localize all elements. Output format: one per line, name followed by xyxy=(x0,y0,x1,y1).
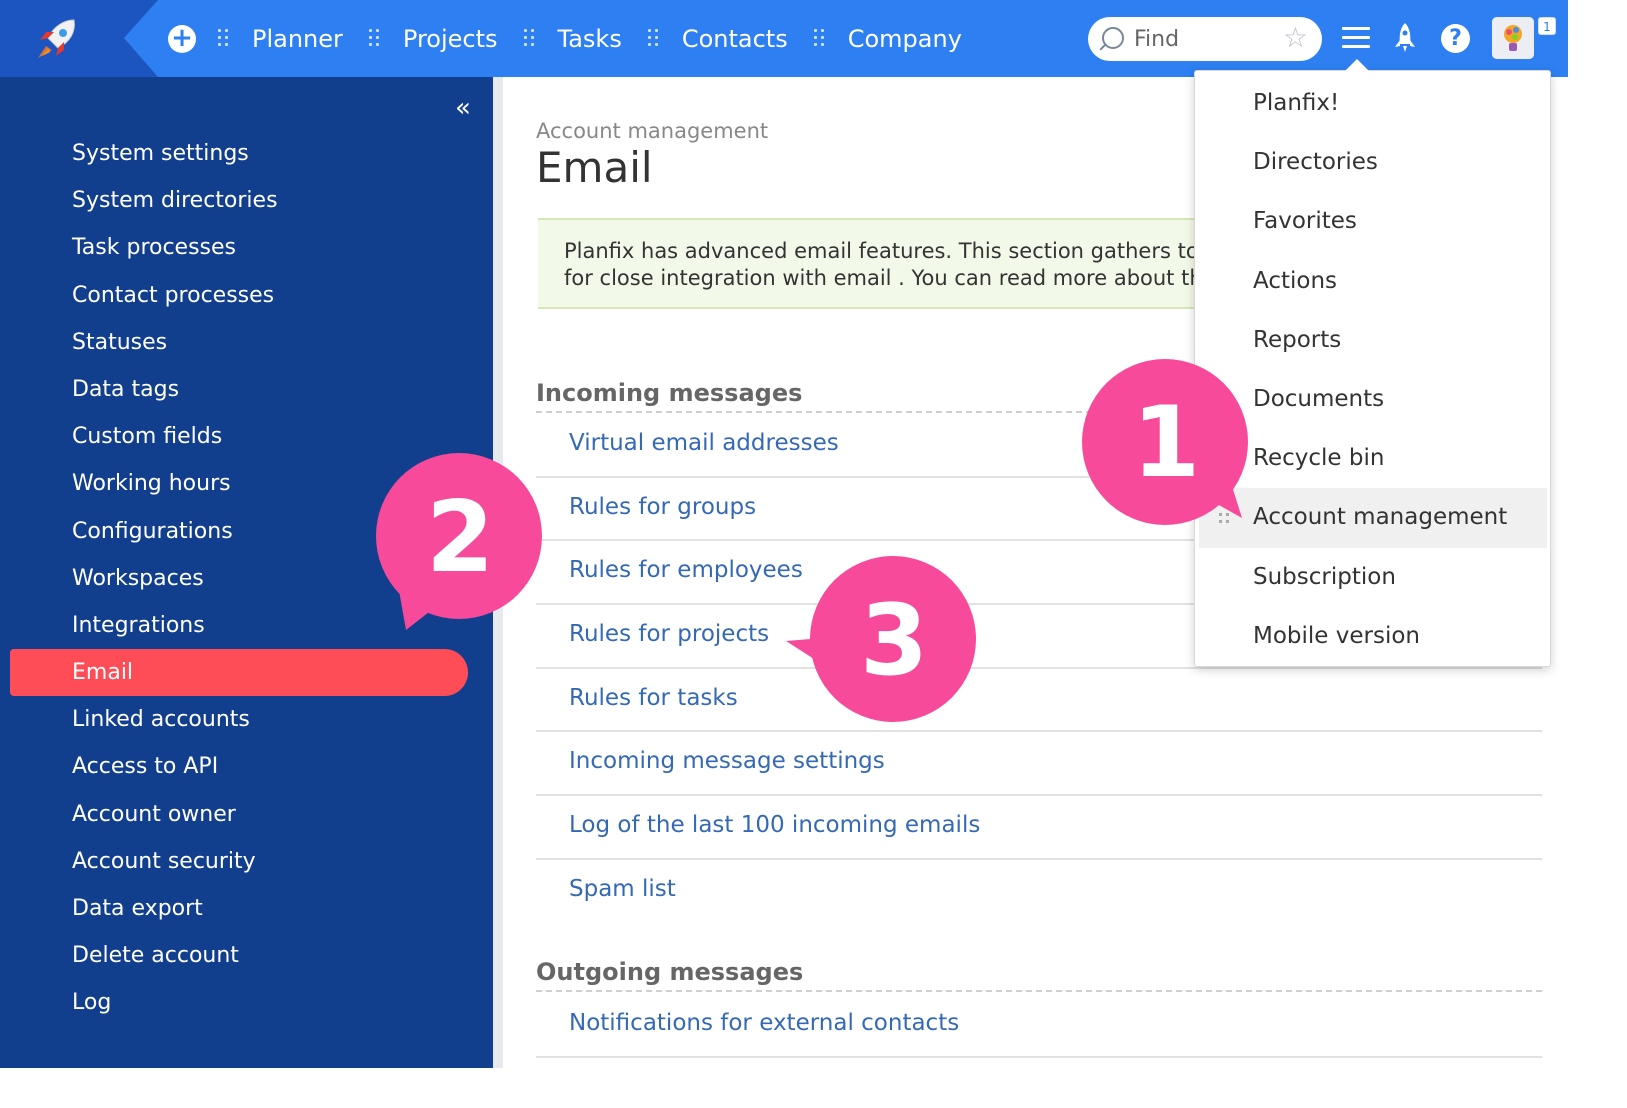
nav-label: Company xyxy=(847,24,962,53)
callout-1: 1 xyxy=(1070,350,1260,544)
top-bar: + Planner Projects Tasks Contacts Compan… xyxy=(0,0,1568,77)
add-button[interactable]: + xyxy=(168,25,196,53)
drag-handle-icon xyxy=(218,27,230,51)
link-spam-list[interactable]: Spam list xyxy=(536,860,1542,924)
callout-2: 2 xyxy=(368,445,558,649)
menu-item-directories[interactable]: Directories xyxy=(1195,133,1550,192)
sidebar-item-log[interactable]: Log xyxy=(0,979,493,1026)
nav-label: Tasks xyxy=(557,24,622,53)
nav-label: Planner xyxy=(252,24,343,53)
sidebar-item-contact-processes[interactable]: Contact processes xyxy=(0,272,493,319)
sidebar-item-task-processes[interactable]: Task processes xyxy=(0,224,493,271)
drag-handle-icon xyxy=(523,27,536,51)
rocket-icon[interactable] xyxy=(1392,22,1418,54)
nav-projects[interactable]: Projects xyxy=(368,24,498,53)
nav-planner[interactable]: Planner xyxy=(218,25,343,53)
callout-3: 3 xyxy=(778,548,988,742)
search-input[interactable] xyxy=(1134,23,1274,55)
star-icon[interactable]: ☆ xyxy=(1283,24,1308,52)
menu-icon[interactable] xyxy=(1342,24,1370,52)
drag-handle-icon xyxy=(813,27,826,51)
sidebar-item-data-export[interactable]: Data export xyxy=(0,885,493,932)
link-log-last-100-emails[interactable]: Log of the last 100 incoming emails xyxy=(536,796,1542,860)
nav-contacts[interactable]: Contacts xyxy=(647,24,788,53)
callout-number: 1 xyxy=(1132,386,1201,500)
menu-item-mobile-version[interactable]: Mobile version xyxy=(1195,607,1550,666)
page-title: Email xyxy=(536,143,653,192)
drag-handle-icon xyxy=(647,27,660,51)
help-icon[interactable]: ? xyxy=(1441,24,1470,53)
sidebar-item-linked-accounts[interactable]: Linked accounts xyxy=(0,696,493,743)
callout-number: 3 xyxy=(860,584,929,698)
rocket-logo-icon xyxy=(38,19,75,58)
nav-label: Contacts xyxy=(681,24,788,53)
nav-label: Projects xyxy=(402,24,498,53)
sidebar-item-delete-account[interactable]: Delete account xyxy=(0,932,493,979)
sidebar-item-access-to-api[interactable]: Access to API xyxy=(0,743,493,790)
outgoing-messages-heading: Outgoing messages xyxy=(536,958,1542,992)
sidebar-item-account-security[interactable]: Account security xyxy=(0,838,493,885)
sidebar-item-email[interactable]: Email xyxy=(10,649,468,697)
outgoing-links-list: Notifications for external contacts xyxy=(536,994,1542,1058)
logo[interactable] xyxy=(0,0,158,77)
sidebar-item-statuses[interactable]: Statuses xyxy=(0,319,493,366)
collapse-sidebar-icon[interactable]: « xyxy=(455,95,471,121)
search-icon xyxy=(1102,27,1124,49)
link-notifications-external-contacts[interactable]: Notifications for external contacts xyxy=(536,994,1542,1058)
nav-company[interactable]: Company xyxy=(813,24,962,53)
sidebar-item-system-directories[interactable]: System directories xyxy=(0,177,493,224)
callout-number: 2 xyxy=(426,481,495,595)
menu-item-label: Account management xyxy=(1253,504,1508,531)
avatar[interactable] xyxy=(1492,17,1534,59)
link-rules-for-tasks[interactable]: Rules for tasks xyxy=(536,669,1542,733)
search-box: ☆ xyxy=(1088,17,1322,61)
menu-item-planfix[interactable]: Planfix! xyxy=(1195,74,1550,133)
sidebar-item-system-settings[interactable]: System settings xyxy=(0,130,493,177)
notification-badge[interactable]: 1 xyxy=(1538,17,1556,35)
menu-item-subscription[interactable]: Subscription xyxy=(1195,548,1550,607)
breadcrumb[interactable]: Account management xyxy=(536,119,768,143)
nav-tasks[interactable]: Tasks xyxy=(523,24,622,53)
sidebar-item-account-owner[interactable]: Account owner xyxy=(0,791,493,838)
sidebar-item-data-tags[interactable]: Data tags xyxy=(0,366,493,413)
drag-handle-icon xyxy=(368,27,381,51)
link-incoming-message-settings[interactable]: Incoming message settings xyxy=(536,732,1542,797)
menu-item-actions[interactable]: Actions xyxy=(1195,252,1550,311)
menu-item-favorites[interactable]: Favorites xyxy=(1195,192,1550,251)
main-nav: Planner Projects Tasks Contacts Company xyxy=(218,0,988,77)
user-avatar-icon xyxy=(1492,17,1534,59)
